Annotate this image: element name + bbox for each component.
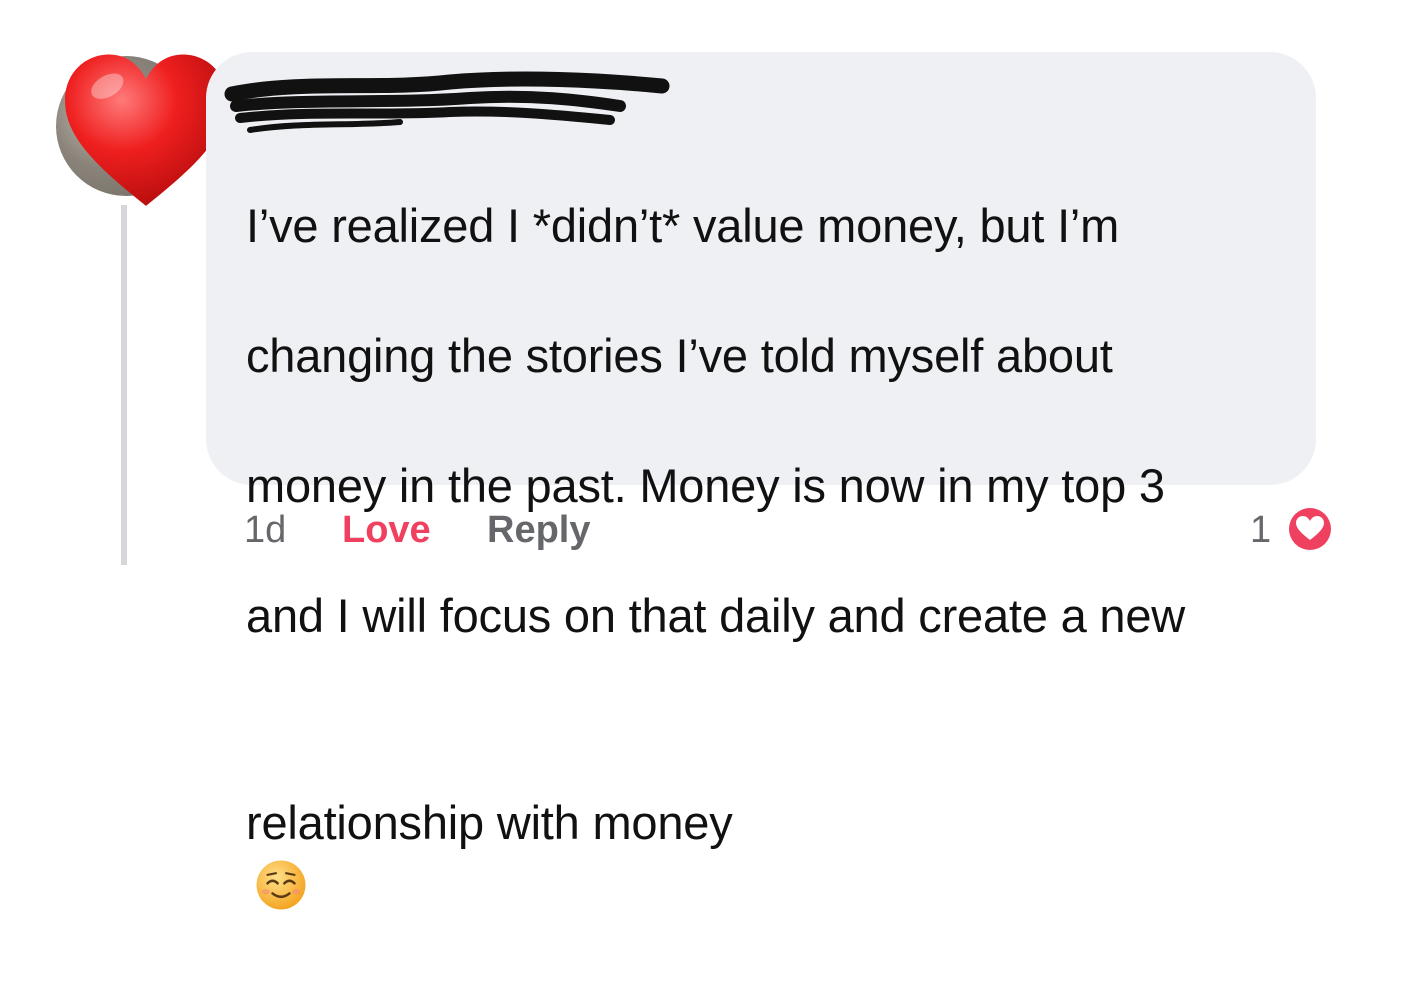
reaction-count[interactable]: 1 bbox=[1250, 500, 1271, 560]
thread-line bbox=[121, 205, 127, 565]
redacted-author-name bbox=[224, 71, 670, 133]
relieved-face-emoji bbox=[256, 860, 306, 910]
reply-button[interactable]: Reply bbox=[487, 500, 590, 560]
comment-line: changing the stories I’ve told myself ab… bbox=[246, 329, 1113, 382]
comment-timestamp: 1d bbox=[244, 509, 287, 551]
comment-line-last: relationship with money bbox=[246, 725, 1286, 920]
comment-line: I’ve realized I *didn’t* value money, bu… bbox=[246, 199, 1120, 252]
love-button[interactable]: Love bbox=[342, 500, 431, 560]
comment-line: and I will focus on that daily and creat… bbox=[246, 589, 1185, 642]
comment-line: relationship with money bbox=[246, 796, 733, 849]
love-reaction-icon[interactable] bbox=[1284, 503, 1336, 555]
